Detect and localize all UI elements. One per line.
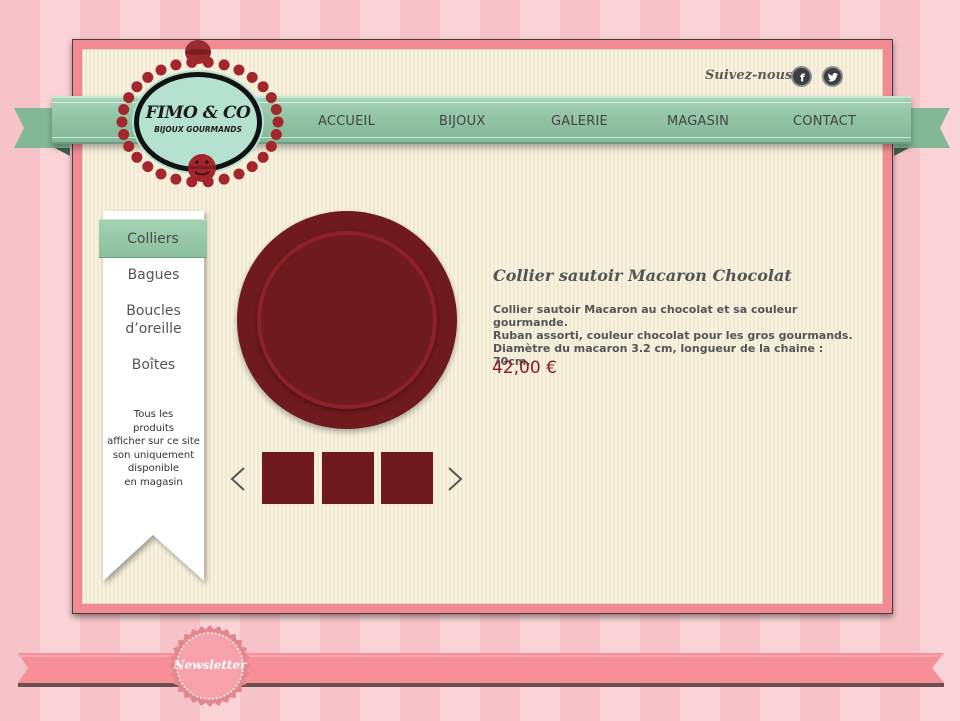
newsletter-label[interactable]: Newsletter: [168, 658, 252, 672]
product-title: Collier sautoir Macaron Chocolat: [493, 266, 792, 285]
thumbnail-3[interactable]: [381, 452, 433, 504]
thumbnail-1[interactable]: [262, 452, 314, 504]
side-item-boucles-oreille[interactable]: Boucles d’oreille: [103, 302, 204, 338]
side-item-bagues[interactable]: Bagues: [103, 266, 204, 284]
availability-note: Tous les produits afficher sur ce site s…: [107, 409, 200, 488]
nav-item-galerie[interactable]: GALERIE: [551, 114, 608, 129]
prev-arrow-icon[interactable]: [228, 466, 248, 492]
svg-text:f: f: [800, 71, 805, 83]
side-item-colliers[interactable]: Colliers: [99, 219, 207, 258]
twitter-icon[interactable]: [822, 66, 843, 87]
thumbnail-2[interactable]: [322, 452, 374, 504]
product-price: 42,00 €: [492, 358, 557, 378]
product-image-ring: [257, 231, 437, 409]
product-image: [237, 211, 457, 429]
nav-item-magasin[interactable]: MAGASIN: [667, 114, 729, 129]
nav-item-accueil[interactable]: ACCUEIL: [318, 114, 375, 129]
nav-item-contact[interactable]: CONTACT: [793, 114, 856, 129]
nav-item-bijoux[interactable]: BIJOUX: [439, 114, 485, 129]
next-arrow-icon[interactable]: [445, 466, 465, 492]
social-label: Suivez-nous: [705, 68, 793, 83]
side-item-boites[interactable]: Boîtes: [103, 356, 204, 374]
footer-ribbon: [18, 653, 944, 687]
macaron-charms: [185, 40, 216, 182]
logo[interactable]: FIMO & CO BIJOUX GOURMANDS: [112, 38, 288, 188]
facebook-icon[interactable]: f: [791, 66, 812, 87]
